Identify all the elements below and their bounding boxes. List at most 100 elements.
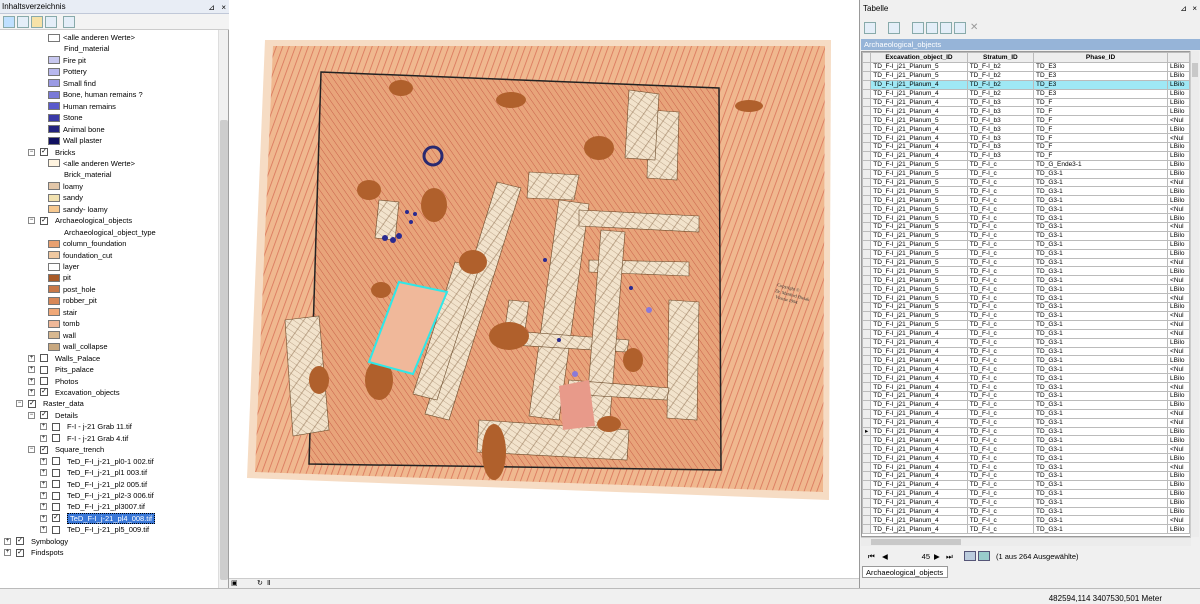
table-row[interactable]: TD_F-I_j21_Planum_4 TD_F-I_c TD_G3-1 <Nul bbox=[862, 364, 1190, 375]
row-selector[interactable] bbox=[862, 88, 872, 99]
table-cell[interactable]: TD_F-I_j21_Planum_4 bbox=[870, 88, 968, 99]
table-cell[interactable]: <Nul bbox=[1167, 444, 1190, 455]
table-cell[interactable]: <Nul bbox=[1167, 346, 1190, 357]
expand-icon[interactable]: + bbox=[28, 388, 35, 396]
table-cell[interactable]: TD_F-I_j21_Planum_4 bbox=[870, 506, 968, 517]
row-selector[interactable] bbox=[862, 382, 872, 392]
table-cell[interactable]: <Nul bbox=[1167, 257, 1190, 268]
table-cell[interactable]: TD_G3-1 bbox=[1033, 399, 1169, 410]
table-cell[interactable]: TD_F-I_b2 bbox=[966, 88, 1035, 99]
toc-item[interactable]: + ✓ Symbology bbox=[0, 536, 218, 547]
table-cell[interactable]: <Nul bbox=[1167, 310, 1190, 321]
row-selector[interactable] bbox=[862, 150, 872, 161]
toc-item[interactable]: Animal bone bbox=[0, 124, 218, 135]
table-cell[interactable]: TD_F-I_c bbox=[966, 328, 1035, 339]
table-cell[interactable]: TD_G3-1 bbox=[1033, 293, 1169, 304]
expand-icon[interactable]: + bbox=[40, 514, 47, 522]
row-selector[interactable] bbox=[862, 302, 872, 312]
table-cell[interactable]: LBilo bbox=[1167, 266, 1190, 277]
table-cell[interactable]: TD_F-I_j21_Planum_4 bbox=[870, 79, 968, 90]
table-cell[interactable]: LBilo bbox=[1167, 426, 1190, 437]
table-row[interactable]: TD_F-I_j21_Planum_5 TD_F-I_c TD_G3-1 LBilo bbox=[862, 168, 1190, 179]
table-cell[interactable]: TD_G3-1 bbox=[1033, 302, 1169, 312]
table-cell[interactable]: TD_F-I_j21_Planum_4 bbox=[870, 328, 968, 339]
toc-item[interactable]: Pottery bbox=[0, 66, 218, 77]
table-cell[interactable]: LBilo bbox=[1167, 479, 1190, 490]
select-by-attributes-icon[interactable] bbox=[912, 22, 924, 34]
table-cell[interactable]: TD_E3 bbox=[1033, 88, 1169, 99]
expand-icon[interactable]: + bbox=[40, 469, 47, 477]
next-record-icon[interactable]: ▶ bbox=[934, 552, 940, 561]
table-cell[interactable]: TD_F-I_c bbox=[966, 444, 1035, 455]
row-selector[interactable] bbox=[862, 230, 872, 241]
table-cell[interactable]: LBilo bbox=[1167, 284, 1190, 295]
table-cell[interactable]: TD_F-I_j21_Planum_4 bbox=[870, 364, 968, 375]
table-row[interactable]: TD_F-I_j21_Planum_4 TD_F-I_c TD_G3-1 LBilo bbox=[862, 497, 1190, 508]
row-selector[interactable] bbox=[862, 470, 872, 481]
row-selector[interactable] bbox=[862, 373, 872, 384]
table-cell[interactable]: LBilo bbox=[1167, 435, 1190, 446]
table-vertical-scrollbar[interactable] bbox=[1190, 51, 1199, 537]
table-cell[interactable]: TD_G3-1 bbox=[1033, 408, 1169, 419]
table-cell[interactable]: <Nul bbox=[1167, 222, 1190, 232]
table-cell[interactable]: TD_G3-1 bbox=[1033, 230, 1169, 241]
row-selector[interactable] bbox=[862, 97, 872, 108]
table-cell[interactable]: TD_F-I_j21_Planum_4 bbox=[870, 337, 968, 348]
table-cell[interactable]: TD_F-I_j21_Planum_4 bbox=[870, 426, 968, 437]
toc-item[interactable]: Find_material bbox=[0, 43, 218, 54]
column-header[interactable]: Stratum_ID bbox=[966, 52, 1035, 63]
table-horizontal-scrollbar[interactable] bbox=[861, 537, 1191, 546]
table-row[interactable]: TD_F-I_j21_Planum_4 TD_F-I_b3 TD_F LBilo bbox=[862, 124, 1190, 135]
table-row[interactable]: TD_F-I_j21_Planum_4 TD_F-I_c TD_G3-1 <Nul bbox=[862, 328, 1190, 339]
row-selector[interactable] bbox=[862, 310, 872, 321]
layer-visibility-checkbox[interactable] bbox=[52, 422, 60, 431]
pin-icon[interactable]: ⊿ bbox=[208, 1, 215, 14]
table-row[interactable]: TD_F-I_j21_Planum_5 TD_F-I_c TD_G_Ende3-1 L… bbox=[862, 159, 1190, 170]
row-selector[interactable] bbox=[862, 408, 872, 419]
table-cell[interactable]: LBilo bbox=[1167, 248, 1190, 259]
table-cell[interactable]: TD_G3-1 bbox=[1033, 524, 1169, 535]
table-cell[interactable]: TD_G3-1 bbox=[1033, 177, 1169, 188]
table-cell[interactable]: TD_F-I_j21_Planum_4 bbox=[870, 444, 968, 455]
table-row[interactable]: TD_F-I_j21_Planum_4 TD_F-I_c TD_G3-1 <Nul bbox=[862, 346, 1190, 357]
row-selector[interactable] bbox=[862, 159, 872, 170]
table-cell[interactable]: TD_F-I_c bbox=[966, 364, 1035, 375]
table-cell[interactable]: TD_G3-1 bbox=[1033, 186, 1169, 197]
table-cell[interactable]: TD_G3-1 bbox=[1033, 204, 1169, 215]
table-cell[interactable]: TD_G3-1 bbox=[1033, 382, 1169, 392]
table-cell[interactable]: TD_F-I_c bbox=[966, 310, 1035, 321]
table-scroll-thumb[interactable] bbox=[1192, 63, 1198, 77]
table-cell[interactable]: TD_F-I_j21_Planum_4 bbox=[870, 417, 968, 428]
table-cell[interactable]: TD_G3-1 bbox=[1033, 364, 1169, 375]
table-cell[interactable]: TD_F-I_c bbox=[966, 488, 1035, 499]
table-cell[interactable]: TD_F-I_j21_Planum_4 bbox=[870, 497, 968, 508]
toc-item[interactable]: sandy- loamy bbox=[0, 204, 218, 215]
table-cell[interactable]: TD_G3-1 bbox=[1033, 284, 1169, 295]
table-cell[interactable]: TD_F-I_j21_Planum_4 bbox=[870, 524, 968, 535]
table-cell[interactable]: TD_F-I_j21_Planum_5 bbox=[870, 319, 968, 330]
toc-item[interactable]: + TeD_F-I_j-21_pl1 003.tif bbox=[0, 467, 218, 478]
table-cell[interactable]: TD_G3-1 bbox=[1033, 426, 1169, 437]
table-cell[interactable]: <Nul bbox=[1167, 408, 1190, 419]
table-cell[interactable]: LBilo bbox=[1167, 70, 1190, 81]
table-row[interactable]: TD_F-I_j21_Planum_4 TD_F-I_c TD_G3-1 LBilo bbox=[862, 524, 1190, 535]
table-cell[interactable]: TD_F-I_j21_Planum_5 bbox=[870, 275, 968, 286]
toc-item[interactable]: Stone bbox=[0, 112, 218, 123]
table-row[interactable]: TD_F-I_j21_Planum_5 TD_F-I_c TD_G3-1 LBilo bbox=[862, 186, 1190, 197]
table-cell[interactable]: TD_F-I_j21_Planum_5 bbox=[870, 115, 968, 126]
row-selector[interactable] bbox=[862, 328, 872, 339]
table-cell[interactable]: TD_F-I_b3 bbox=[966, 97, 1035, 108]
layer-visibility-checkbox[interactable] bbox=[52, 502, 60, 511]
table-cell[interactable]: TD_G3-1 bbox=[1033, 195, 1169, 206]
list-by-visibility-icon[interactable] bbox=[31, 16, 43, 28]
table-row[interactable]: TD_F-I_j21_Planum_5 TD_F-I_c TD_G3-1 <Nul bbox=[862, 177, 1190, 188]
table-cell[interactable]: TD_F-I_j21_Planum_5 bbox=[870, 159, 968, 170]
layer-visibility-checkbox[interactable] bbox=[52, 434, 60, 443]
clear-selection-icon[interactable] bbox=[940, 22, 952, 34]
table-row[interactable]: TD_F-I_j21_Planum_5 TD_F-I_c TD_G3-1 <Nul bbox=[862, 275, 1190, 286]
column-header[interactable]: Phase_ID bbox=[1033, 52, 1169, 63]
table-cell[interactable]: LBilo bbox=[1167, 497, 1190, 508]
table-cell[interactable]: TD_E3 bbox=[1033, 79, 1169, 90]
table-cell[interactable]: LBilo bbox=[1167, 195, 1190, 206]
layer-visibility-checkbox[interactable]: ✓ bbox=[52, 514, 60, 523]
